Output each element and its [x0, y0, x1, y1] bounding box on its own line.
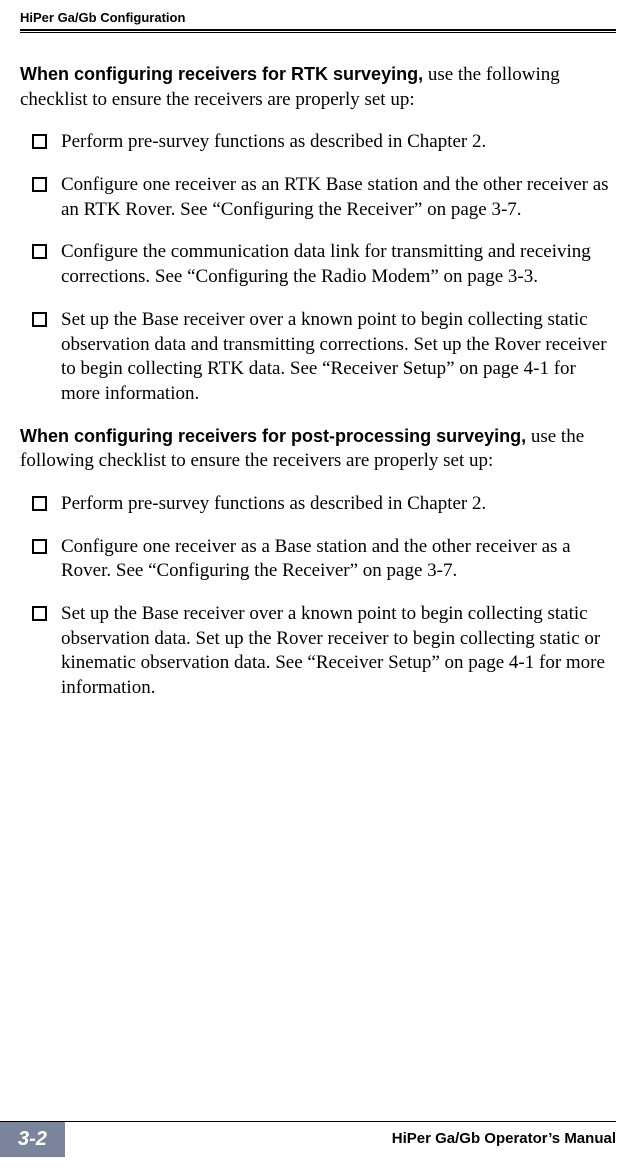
section-lead-rtk: When configuring receivers for RTK surve…: [20, 64, 423, 84]
checklist-item: Set up the Base receiver over a known po…: [20, 308, 616, 407]
checklist-item: Perform pre-survey functions as describe…: [20, 492, 616, 517]
checkbox-icon: [32, 606, 47, 621]
page-footer: 3-2 HiPer Ga/Gb Operator’s Manual: [0, 1121, 636, 1157]
checkbox-icon: [32, 244, 47, 259]
checklist-text: Perform pre-survey functions as describe…: [61, 492, 616, 517]
checklist-text: Configure one receiver as a Base station…: [61, 535, 616, 584]
section-intro-pp: When configuring receivers for post-proc…: [20, 425, 616, 474]
checkbox-icon: [32, 539, 47, 554]
checkbox-icon: [32, 134, 47, 149]
checklist-text: Set up the Base receiver over a known po…: [61, 602, 616, 701]
checkbox-icon: [32, 312, 47, 327]
checklist-text: Perform pre-survey functions as describe…: [61, 130, 616, 155]
checkbox-icon: [32, 177, 47, 192]
checklist-item: Perform pre-survey functions as describe…: [20, 130, 616, 155]
checklist-item: Configure the communication data link fo…: [20, 240, 616, 289]
checklist-text: Configure the communication data link fo…: [61, 240, 616, 289]
content-area: When configuring receivers for RTK surve…: [20, 63, 616, 701]
checklist-text: Set up the Base receiver over a known po…: [61, 308, 616, 407]
header-title: HiPer Ga/Gb Configuration: [20, 10, 185, 25]
page-number: 3-2: [0, 1122, 65, 1157]
page-header: HiPer Ga/Gb Configuration: [20, 0, 616, 29]
checkbox-icon: [32, 496, 47, 511]
checklist-item: Set up the Base receiver over a known po…: [20, 602, 616, 701]
checklist-item: Configure one receiver as a Base station…: [20, 535, 616, 584]
footer-row: 3-2 HiPer Ga/Gb Operator’s Manual: [0, 1122, 636, 1157]
checklist-text: Configure one receiver as an RTK Base st…: [61, 173, 616, 222]
checklist-item: Configure one receiver as an RTK Base st…: [20, 173, 616, 222]
section-intro-rtk: When configuring receivers for RTK surve…: [20, 63, 616, 112]
header-rule: [20, 29, 616, 33]
manual-title: HiPer Ga/Gb Operator’s Manual: [65, 1122, 636, 1157]
section-lead-pp: When configuring receivers for post-proc…: [20, 426, 526, 446]
